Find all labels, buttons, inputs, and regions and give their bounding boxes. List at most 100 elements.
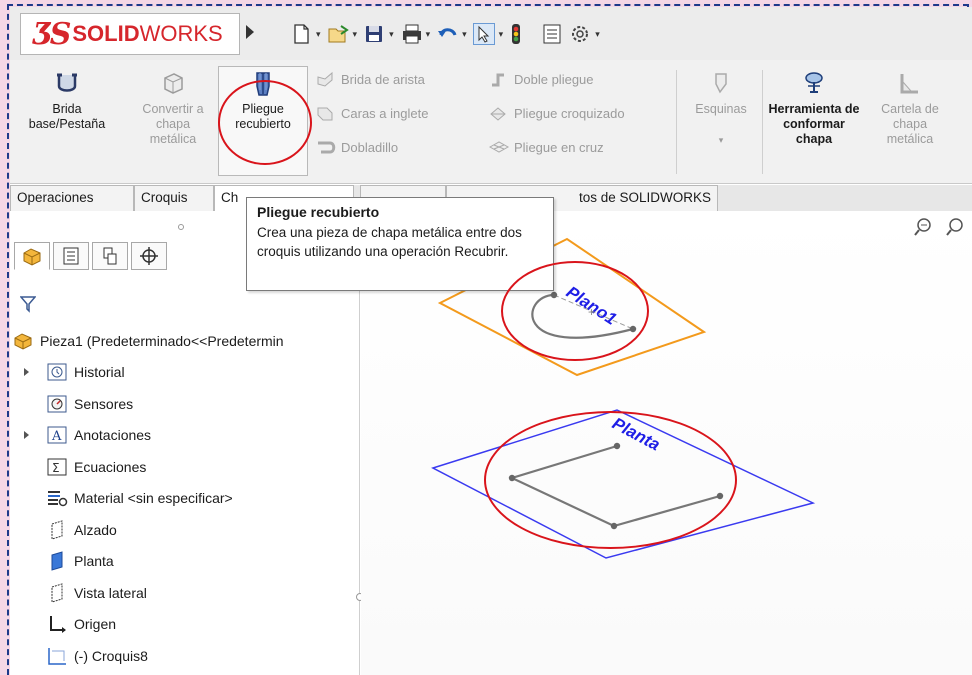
highlight-circle-lines [484,411,737,549]
open-dropdown-icon[interactable]: ▾ [353,29,358,40]
jog-icon [488,70,508,88]
undo-icon[interactable] [436,23,458,45]
title-bar: ƷS SOLIDWORKS ▾ ▾ ▾ ▾ ▾ ▾ ▾ [10,7,972,60]
options-dropdown-icon[interactable]: ▾ [595,29,600,40]
equation-icon: Σ [46,457,68,477]
ds-logo-icon: ƷS [33,16,71,52]
options-gear-icon[interactable] [569,23,591,45]
plane-icon [46,520,68,540]
quick-access-toolbar: ▾ ▾ ▾ ▾ ▾ ▾ ▾ [290,21,606,47]
gusset-icon [897,70,923,96]
tree-item-label: Ecuaciones [74,458,147,475]
solidworks-window: ƷS SOLIDWORKS ▾ ▾ ▾ ▾ ▾ ▾ ▾ Brida base/P… [10,7,972,675]
select-dropdown-icon[interactable]: ▾ [499,29,504,40]
ribbon-separator [762,70,763,174]
command-manager-ribbon: Brida base/Pestaña Convertir a chapa met… [10,60,972,184]
edge-flange-icon [315,70,335,88]
sketched-bend-icon [488,104,508,122]
logo-suffix: WORKS [139,21,223,46]
tree-items: Historial Sensores A Anotaciones Σ Ecuaciones… [10,357,360,672]
convert-sheet-metal-icon [160,70,186,96]
forming-tool-icon [801,70,827,96]
base-flange-icon [54,70,80,96]
convertir-label: Convertir a chapa metálica [142,102,204,146]
corners-icon [708,70,734,96]
filter-icon[interactable] [19,295,37,316]
solidworks-logo[interactable]: ƷS SOLIDWORKS [20,13,240,55]
cross-break-icon [488,138,510,156]
print-icon[interactable] [400,23,422,45]
tree-item-label: Vista lateral [74,584,147,601]
origin-icon [46,614,68,634]
tree-item-label: Alzado [74,521,117,538]
tree-item-historial[interactable]: Historial [10,357,360,389]
caras-inglete-label: Caras a inglete [341,105,429,121]
save-icon[interactable] [363,23,385,45]
undo-dropdown-icon[interactable]: ▾ [462,29,467,40]
highlight-circle-arc [501,261,649,361]
open-folder-icon[interactable] [327,23,349,45]
tree-item-label: Material <sin especificar> [74,490,233,507]
tree-item-croquis8[interactable]: (-) Croquis8 [10,640,360,672]
doble-pliegue-button[interactable]: Doble pliegue [488,68,594,90]
file-properties-icon[interactable] [541,23,563,45]
tree-item-label: Sensores [74,395,134,412]
part-icon [12,331,34,351]
tree-item-label: (-) Croquis8 [74,647,148,664]
tree-item-anotaciones[interactable]: A Anotaciones [10,420,360,452]
tree-item-label: Anotaciones [74,427,152,444]
dobladillo-button[interactable]: Dobladillo [315,136,398,158]
new-dropdown-icon[interactable]: ▾ [316,29,321,40]
esquinas-dropdown-icon[interactable]: ▾ [682,133,760,148]
feature-manager-tab-icon[interactable] [14,242,50,270]
dimxpert-tab-icon[interactable] [131,242,167,270]
material-icon [46,488,68,508]
tooltip-body: Crea una pieza de chapa metálica entre d… [257,225,522,259]
sketch-icon [46,646,68,666]
tree-item-origen[interactable]: Origen [10,609,360,641]
expand-arrow-icon[interactable] [24,368,29,377]
tab-croquis[interactable]: Croquis [134,185,214,211]
tree-item-ecuaciones[interactable]: Σ Ecuaciones [10,451,360,483]
brida-base-button[interactable]: Brida base/Pestaña [24,68,110,132]
feature-tree: Pieza1 (Predeterminado<<Predetermin Hist… [10,325,360,672]
tree-item-sensores[interactable]: Sensores [10,388,360,420]
brida-arista-button[interactable]: Brida de arista [315,68,425,90]
esquinas-button[interactable]: Esquinas ▾ [682,68,760,148]
tab-operaciones[interactable]: Operaciones [10,185,134,211]
property-manager-tab-icon[interactable] [53,242,89,270]
tree-item-vista-lateral[interactable]: Vista lateral [10,577,360,609]
hem-icon [315,138,336,156]
convertir-chapa-button[interactable]: Convertir a chapa metálica [138,68,208,147]
tree-item-label: Origen [74,616,117,633]
herramienta-label: Herramienta de conformar chapa [768,102,860,146]
pliegue-croquizado-label: Pliegue croquizado [514,105,625,121]
save-dropdown-icon[interactable]: ▾ [389,29,394,40]
herramienta-conformar-button[interactable]: Herramienta de conformar chapa [766,68,862,147]
tree-item-label: Historial [74,364,125,381]
history-icon [46,362,68,382]
pliegue-croquizado-button[interactable]: Pliegue croquizado [488,102,625,124]
tree-item-material-sin-especificar[interactable]: Material <sin especificar> [10,483,360,515]
select-arrow-icon[interactable] [472,23,495,45]
pliegue-cruz-button[interactable]: Pliegue en cruz [488,136,604,158]
menu-expand-arrow-icon[interactable] [246,25,254,39]
tree-root-label: Pieza1 (Predeterminado<<Predetermin [40,332,284,349]
caras-inglete-button[interactable]: Caras a inglete [315,102,428,124]
print-dropdown-icon[interactable]: ▾ [426,29,431,40]
tree-item-planta[interactable]: Planta [10,546,360,578]
panel-tabs [14,242,170,272]
brida-base-label: Brida base/Pestaña [28,102,106,131]
new-document-icon[interactable] [290,23,312,45]
rebuild-icon[interactable] [509,23,531,45]
tree-item-alzado[interactable]: Alzado [10,514,360,546]
tree-root-part[interactable]: Pieza1 (Predeterminado<<Predetermin [10,325,360,357]
pliegue-recubierto-tooltip: Pliegue recubierto Crea una pieza de cha… [246,197,554,291]
panel-grip-icon[interactable] [178,224,184,230]
configuration-manager-tab-icon[interactable] [92,242,128,270]
cartela-chapa-button[interactable]: Cartela de chapa metálica [870,68,950,147]
pliegue-cruz-label: Pliegue en cruz [514,139,604,155]
expand-arrow-icon[interactable] [24,431,29,440]
svg-text:Σ: Σ [52,461,60,475]
plane-icon [46,583,68,603]
